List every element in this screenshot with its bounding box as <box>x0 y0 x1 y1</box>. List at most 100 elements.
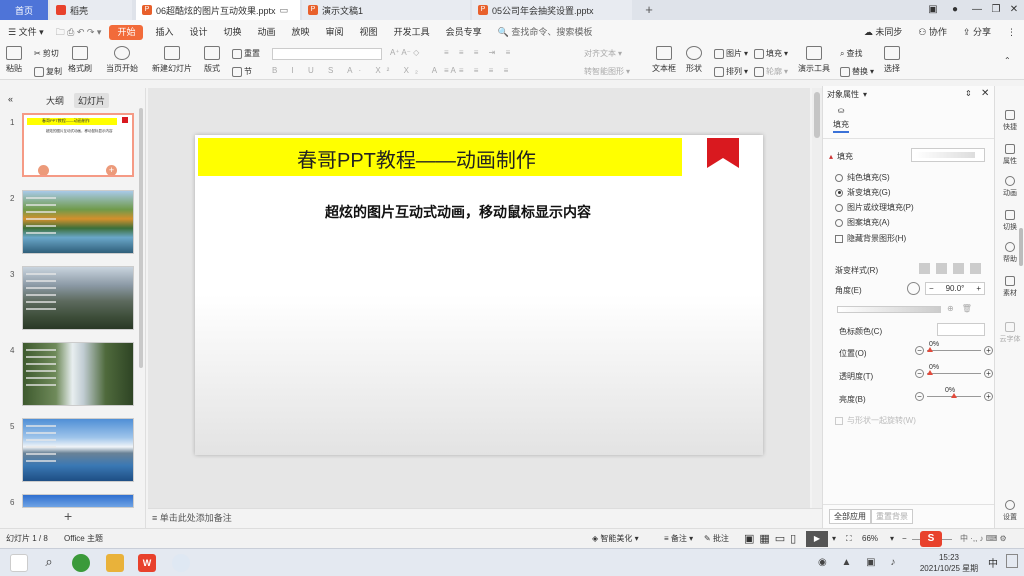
slide-thumbnail-5[interactable] <box>22 418 134 482</box>
screen-icon[interactable]: ▭ <box>280 5 289 16</box>
rail-animation[interactable]: 动画 <box>997 176 1023 198</box>
arrange-button[interactable]: 排列 ▾ <box>714 66 748 77</box>
menu-view[interactable]: 视图 <box>352 20 386 44</box>
paste-button[interactable]: 粘贴 <box>6 46 22 74</box>
fill-option-picture[interactable]: 图片或纹理填充(P) <box>835 202 914 213</box>
present-tools-button[interactable]: 演示工具 <box>798 46 830 74</box>
notes-area[interactable]: ≡ 单击此处添加备注 <box>148 508 822 528</box>
beautify-button[interactable]: ◈ 智能美化 ▾ <box>592 529 639 549</box>
close-panel-icon[interactable]: ✕ <box>981 88 989 99</box>
comments-button[interactable]: ✎ 批注 <box>704 529 729 549</box>
share-button[interactable]: ⇪ 分享 <box>955 20 999 44</box>
panel-header[interactable]: 对象属性 ▾ <box>827 89 867 100</box>
outline-button[interactable]: 轮廓 ▾ <box>754 66 788 77</box>
fill-button[interactable]: 填充 ▾ <box>754 48 788 59</box>
format-painter-button[interactable]: 格式刷 <box>68 46 92 74</box>
file-menu[interactable]: ☰ 文件 ▾ <box>0 20 52 44</box>
browser-icon[interactable] <box>72 554 90 572</box>
paragraph-buttons[interactable]: ≡ ≡ ≡ ⇥ ≡ <box>444 48 514 57</box>
app-icon[interactable] <box>172 554 190 572</box>
slider-track[interactable]: 0% <box>927 341 981 352</box>
slide-thumbnail-6[interactable] <box>22 494 134 508</box>
position-slider[interactable]: −0% + <box>915 341 993 355</box>
plus-icon[interactable]: + <box>984 392 993 401</box>
menu-slideshow[interactable]: 放映 <box>284 20 318 44</box>
font-name-select[interactable] <box>272 48 382 60</box>
shapes-button[interactable]: 形状 <box>686 46 702 74</box>
minus-icon[interactable]: − <box>915 392 924 401</box>
copy-button[interactable]: 复制 <box>34 66 62 77</box>
add-slide-button[interactable]: + <box>64 508 72 524</box>
menu-member[interactable]: 会员专享 <box>438 20 490 44</box>
slider-track[interactable]: 0% <box>927 364 981 375</box>
slides-scrollbar[interactable] <box>139 108 143 368</box>
brightness-slider[interactable]: − 0% + <box>915 387 993 401</box>
fill-option-solid[interactable]: 纯色填充(S) <box>835 172 890 183</box>
collapse-ribbon-icon[interactable]: ⌃ <box>1004 56 1011 65</box>
menu-transitions[interactable]: 切换 <box>215 20 249 44</box>
rect-gradient-icon[interactable] <box>953 263 964 274</box>
textbox-button[interactable]: 文本框 <box>652 46 676 74</box>
play-animation-icon[interactable] <box>38 165 49 175</box>
slide-subtitle[interactable]: 超炫的图片互动式动画，移动鼠标显示内容 <box>325 202 591 222</box>
more-icon[interactable]: ⋮ <box>999 20 1024 44</box>
command-search[interactable]: 🔍 查找命令、搜索模板 <box>490 20 593 44</box>
convert-smartart-button[interactable]: 转智能图形 ▾ <box>584 66 630 77</box>
menu-home[interactable]: 开始 <box>109 24 144 40</box>
close-window-button[interactable]: ✕ <box>1003 0 1024 20</box>
layout-button[interactable]: 版式 <box>204 46 220 74</box>
avatar[interactable]: ● <box>944 0 966 20</box>
fill-option-pattern[interactable]: 图案填充(A) <box>835 217 890 228</box>
add-stop-icon[interactable]: ⊕ <box>947 304 954 313</box>
fill-color-select[interactable] <box>911 148 985 162</box>
gradient-style-buttons[interactable] <box>919 263 981 274</box>
rail-cloud-fonts[interactable]: 云字体 <box>997 322 1023 344</box>
start-icon[interactable] <box>10 554 28 572</box>
fill-section-toggle[interactable]: ▴ 填充 <box>829 151 853 162</box>
slide-thumbnail-1[interactable]: 春哥PPT教程——动画制作 超炫的图片互动式动画，移动鼠标显示内容 + <box>22 113 134 177</box>
fill-tab[interactable]: ⛀ 填充 <box>833 106 849 133</box>
current-slide[interactable]: 春哥PPT教程——动画制作 超炫的图片互动式动画，移动鼠标显示内容 <box>195 135 763 455</box>
menu-design[interactable]: 设计 <box>181 20 215 44</box>
collapse-panel-icon[interactable]: « <box>4 93 17 105</box>
angle-dial-icon[interactable] <box>907 282 920 295</box>
canvas-scrollbar[interactable] <box>812 88 822 508</box>
new-tab-button[interactable]: + <box>642 2 656 18</box>
quick-access-icons[interactable]: 🗀 ⎙ ↶ ↷ ▾ <box>52 20 106 44</box>
zoom-value[interactable]: 66% <box>862 529 878 549</box>
plus-icon[interactable]: + <box>984 346 993 355</box>
apply-all-button[interactable]: 全部应用 <box>829 509 871 524</box>
transparency-slider[interactable]: −0% + <box>915 364 993 378</box>
hide-background-checkbox[interactable]: 隐藏背景图形(H) <box>835 233 906 244</box>
notification-icon[interactable] <box>1006 554 1018 568</box>
fit-icon[interactable]: ⛶ <box>846 529 852 549</box>
ime-toolbar[interactable]: 中 ·,, ♪ ⌨ ⚙ <box>960 529 1007 549</box>
tile-icon[interactable]: ▣ <box>922 0 944 20</box>
slide-thumbnail-2[interactable] <box>22 190 134 254</box>
gradient-bar[interactable] <box>837 306 941 313</box>
cut-button[interactable]: ✂ 剪切 <box>34 48 59 59</box>
scroll-thumb[interactable] <box>814 92 820 138</box>
slide-title[interactable]: 春哥PPT教程——动画制作 <box>297 144 536 173</box>
font-size-buttons[interactable]: A⁺ A⁻ ◇ <box>390 48 419 57</box>
replace-button[interactable]: 替换 ▾ <box>840 66 874 77</box>
ime-indicator[interactable]: 中 <box>988 555 998 570</box>
clock[interactable]: 15:23 2021/10/25 星期一 <box>918 552 980 576</box>
reset-button[interactable]: 重置 <box>232 48 260 59</box>
tab-slides[interactable]: 幻灯片 <box>74 93 110 108</box>
align-text-button[interactable]: 对齐文本 ▾ <box>584 48 622 59</box>
delete-stop-icon[interactable]: 🗑 <box>962 304 972 313</box>
play-dropdown-icon[interactable]: ▾ <box>832 529 836 549</box>
rail-settings[interactable]: 设置 <box>997 500 1023 522</box>
zoom-out-icon[interactable]: − <box>902 529 907 549</box>
system-tray[interactable]: ◉ ▲ ▣ ♪ <box>818 553 901 573</box>
slide-thumbnail-4[interactable] <box>22 342 134 406</box>
menu-review[interactable]: 审阅 <box>318 20 352 44</box>
wps-icon[interactable]: W <box>138 554 156 572</box>
slider-track[interactable]: 0% <box>927 387 981 398</box>
radial-gradient-icon[interactable] <box>936 263 947 274</box>
view-buttons[interactable]: ▣▦▭▯ <box>744 529 801 549</box>
decrement-icon[interactable]: − <box>929 284 934 293</box>
pin-icon[interactable]: ⇕ <box>965 89 972 98</box>
file-explorer-icon[interactable] <box>106 554 124 572</box>
